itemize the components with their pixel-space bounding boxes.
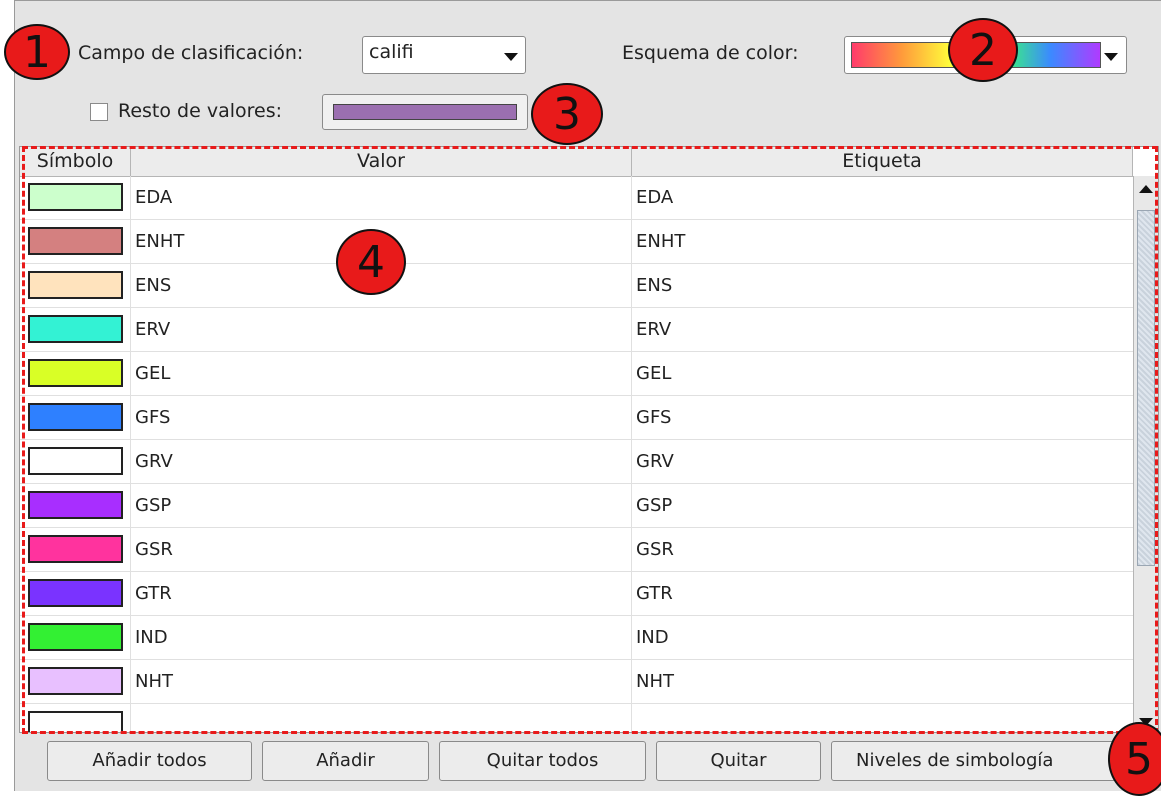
chevron-down-icon (1104, 53, 1118, 61)
label-cell[interactable]: GRV (632, 440, 1133, 484)
label-cell[interactable]: GFS (632, 396, 1133, 440)
remove-button[interactable]: Quitar (656, 741, 821, 781)
table-row[interactable]: EDA EDA (20, 176, 1133, 220)
add-button[interactable]: Añadir (262, 741, 429, 781)
table-row[interactable]: ENS ENS (20, 264, 1133, 308)
value-cell: EDA (135, 187, 173, 208)
table-row[interactable]: GFS GFS (20, 396, 1133, 440)
value-cell: GSR (135, 539, 173, 560)
table-row[interactable]: GTR GTR (20, 572, 1133, 616)
symbol-swatch[interactable] (28, 623, 123, 651)
table-row[interactable]: GRV GRV (20, 440, 1133, 484)
rest-values-swatch (333, 104, 517, 120)
table-row[interactable]: IND IND (20, 616, 1133, 660)
value-cell: GTR (135, 583, 172, 604)
value-cell: IND (135, 627, 168, 648)
symbol-swatch[interactable] (28, 403, 123, 431)
label-cell[interactable]: GTR (632, 572, 1133, 616)
symbol-swatch[interactable] (28, 359, 123, 387)
symbol-swatch[interactable] (28, 491, 123, 519)
symbol-swatch[interactable] (28, 447, 123, 475)
symbol-swatch[interactable] (28, 711, 123, 732)
symbol-swatch[interactable] (28, 535, 123, 563)
value-cell: NHT (135, 671, 173, 692)
values-table: Símbolo Valor Etiqueta EDA EDA ENHT ENHT ENS… (19, 146, 1159, 733)
classification-field-value: califi (369, 41, 414, 63)
rest-values-label: Resto de valores: (118, 100, 283, 122)
value-cell: GSP (135, 495, 172, 516)
table-row[interactable]: NHT NHT (20, 660, 1133, 704)
table-header: Símbolo Valor Etiqueta (20, 147, 1133, 177)
symbol-swatch[interactable] (28, 227, 123, 255)
table-scrollbar[interactable] (1133, 176, 1158, 732)
value-cell: GEL (135, 363, 171, 384)
label-cell[interactable]: GSR (632, 528, 1133, 572)
symbol-swatch[interactable] (28, 271, 123, 299)
symbol-swatch[interactable] (28, 183, 123, 211)
badge-3: 3 (531, 83, 603, 145)
label-cell[interactable]: ENS (632, 264, 1133, 308)
classification-field-label: Campo de clasificación: (78, 42, 304, 64)
label-cell[interactable]: ENHT (632, 220, 1133, 264)
rest-values-color-button[interactable] (322, 94, 528, 130)
table-row[interactable] (20, 704, 1133, 732)
scroll-up-icon[interactable] (1139, 185, 1153, 193)
table-row[interactable]: GSR GSR (20, 528, 1133, 572)
value-cell: GFS (135, 407, 171, 428)
symbol-swatch[interactable] (28, 315, 123, 343)
label-cell[interactable]: EDA (632, 176, 1133, 220)
table-row[interactable]: ENHT ENHT (20, 220, 1133, 264)
symbol-swatch[interactable] (28, 579, 123, 607)
label-cell[interactable]: GEL (632, 352, 1133, 396)
label-cell[interactable]: ERV (632, 308, 1133, 352)
badge-2: 2 (948, 18, 1018, 82)
badge-1: 1 (4, 24, 70, 80)
table-row[interactable]: GSP GSP (20, 484, 1133, 528)
table-row[interactable]: GEL GEL (20, 352, 1133, 396)
rest-values-checkbox[interactable] (90, 103, 108, 121)
label-cell[interactable]: NHT (632, 660, 1133, 704)
scrollbar-thumb[interactable] (1137, 210, 1155, 566)
add-all-button[interactable]: Añadir todos (47, 741, 252, 781)
classification-field-select[interactable]: califi (362, 36, 526, 74)
label-cell[interactable]: GSP (632, 484, 1133, 528)
label-cell[interactable]: IND (632, 616, 1133, 660)
value-cell: ERV (135, 319, 171, 340)
symbology-levels-button[interactable]: Niveles de simbología (831, 741, 1126, 781)
value-cell: GRV (135, 451, 173, 472)
chevron-down-icon (504, 53, 518, 61)
symbol-swatch[interactable] (28, 667, 123, 695)
remove-all-button[interactable]: Quitar todos (439, 741, 646, 781)
column-header-label[interactable]: Etiqueta (632, 147, 1133, 176)
column-header-value[interactable]: Valor (131, 147, 632, 176)
color-scheme-label: Esquema de color: (622, 42, 799, 64)
table-row[interactable]: ERV ERV (20, 308, 1133, 352)
badge-4: 4 (336, 229, 406, 295)
column-header-symbol[interactable]: Símbolo (20, 147, 131, 176)
badge-5: 5 (1108, 722, 1161, 796)
